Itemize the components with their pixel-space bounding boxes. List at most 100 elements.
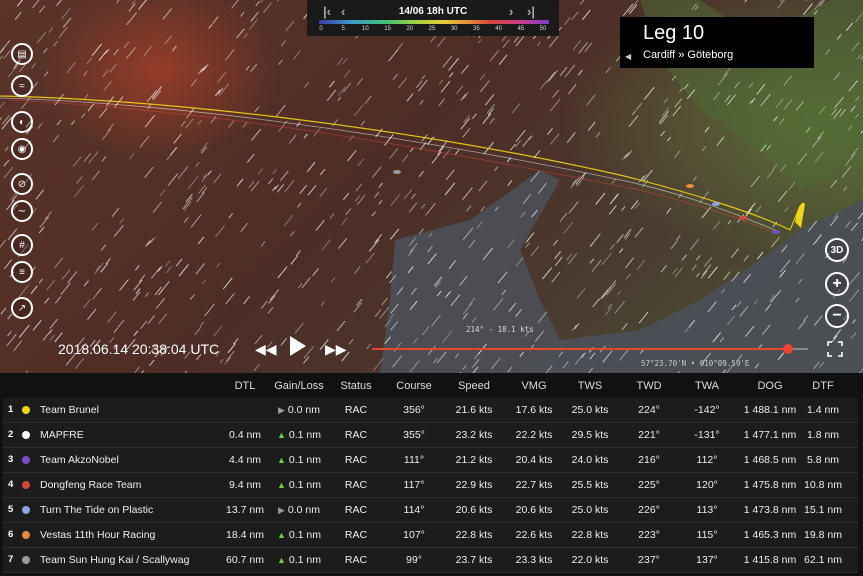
trend-up-icon: ▲ [276, 555, 286, 565]
rank: 6 [8, 529, 14, 540]
cell-tws: 29.5 kts [571, 429, 609, 441]
team-name[interactable]: MAPFRE [40, 429, 84, 441]
boat-scallywag[interactable] [393, 170, 401, 174]
cell-speed: 20.6 kts [455, 504, 493, 516]
leaderboard-table: DTL Gain/Loss Status Course Speed VMG TWS TWD TW… [0, 373, 863, 576]
scale-tick: 45 [517, 26, 525, 32]
team-name[interactable]: Team AkzoNobel [40, 454, 119, 466]
cell-speed: 21.6 kts [455, 404, 493, 416]
current-icon[interactable]: ∼ [11, 200, 33, 222]
cell-twd: 221° [638, 429, 660, 441]
leg-route: Cardiff » Göteborg [643, 49, 734, 61]
cell-dtl: 18.4 nm [226, 529, 264, 541]
rank: 2 [8, 429, 14, 440]
skip-end-icon[interactable]: ›| [527, 4, 535, 19]
column-header-vmg[interactable]: VMG [521, 380, 546, 392]
cell-gain: ▲ 0.1 nm [276, 429, 322, 441]
route-icon[interactable]: ≈ [11, 75, 33, 97]
forecast-time: 14/06 18h UTC [398, 6, 468, 17]
column-header-speed[interactable]: Speed [458, 380, 490, 392]
rank: 7 [8, 554, 14, 565]
cell-status: RAC [344, 454, 368, 466]
team-color-dot [22, 531, 30, 539]
column-header-twd[interactable]: TWD [636, 380, 661, 392]
column-header-course[interactable]: Course [396, 380, 431, 392]
table-row[interactable]: 1 Team Brunel ▶ 0.0 nm RAC 356° 21.6 kts 17.6 k… [3, 398, 858, 423]
play-icon[interactable] [290, 336, 306, 356]
cell-twd: 224° [638, 404, 660, 416]
playback-progress [372, 348, 789, 350]
cell-dtl: 13.7 nm [226, 504, 264, 516]
trend-flat-icon: ▶ [277, 405, 285, 415]
cell-twd: 237° [638, 554, 660, 566]
cell-gain: ▲ 0.1 nm [276, 479, 322, 491]
cell-dtf: 62.1 nm [804, 554, 842, 566]
column-header-twa[interactable]: TWA [695, 380, 719, 392]
cell-twa: 113° [696, 504, 718, 516]
cell-dtf: 1.8 nm [806, 429, 840, 441]
team-color-dot [22, 431, 30, 439]
team-name[interactable]: Team Brunel [40, 404, 99, 416]
layers-icon[interactable]: ≡ [11, 261, 33, 283]
scale-tick: 35 [473, 26, 480, 32]
column-header-tws[interactable]: TWS [578, 380, 602, 392]
table-row[interactable]: 6 Vestas 11th Hour Racing 18.4 nm ▲ 0.1 nm RA… [3, 523, 858, 548]
column-header-dtf[interactable]: DTF [812, 380, 833, 392]
camera-icon[interactable]: ◉ [11, 138, 33, 160]
team-color-dot [22, 456, 30, 464]
column-header-gain-loss[interactable]: Gain/Loss [274, 380, 324, 392]
grid-icon[interactable]: # [11, 234, 33, 256]
table-row[interactable]: 3 Team AkzoNobel 4.4 nm ▲ 0.1 nm RAC 111° 21.2 … [3, 448, 858, 473]
team-name[interactable]: Turn The Tide on Plastic [40, 504, 153, 516]
cell-speed: 23.7 kts [455, 554, 493, 566]
team-name[interactable]: Dongfeng Race Team [40, 479, 141, 491]
cell-vmg: 20.6 kts [515, 504, 553, 516]
no-wind-icon[interactable]: ⊘ [11, 173, 33, 195]
trend-up-icon: ▲ [276, 530, 286, 540]
table-row[interactable]: 4 Dongfeng Race Team 9.4 nm ▲ 0.1 nm RAC 117° 2… [3, 473, 858, 498]
cell-status: RAC [344, 554, 368, 566]
cell-course: 107° [403, 529, 425, 541]
collapse-arrow-icon[interactable]: ◀ [625, 52, 631, 61]
team-name[interactable]: Vestas 11th Hour Racing [40, 529, 155, 541]
cell-vmg: 22.6 kts [515, 529, 553, 541]
cell-dtl: 4.4 nm [228, 454, 262, 466]
table-row[interactable]: 7 Team Sun Hung Kai / Scallywag 60.7 nm ▲ 0.… [3, 548, 858, 573]
zoom-in-icon[interactable]: + [825, 272, 849, 296]
column-header-status[interactable]: Status [340, 380, 371, 392]
book-icon[interactable]: ▤ [11, 43, 33, 65]
cell-course: 117° [403, 479, 425, 491]
scale-tick: 20 [406, 26, 414, 32]
cell-vmg: 22.7 kts [515, 479, 553, 491]
boat-turn-the-tide[interactable] [712, 202, 720, 206]
team-name[interactable]: Team Sun Hung Kai / Scallywag [40, 554, 189, 566]
cell-twa: 112° [696, 454, 718, 466]
fullscreen-icon[interactable] [827, 341, 843, 357]
scale-tick: 40 [495, 26, 502, 32]
gauge-icon[interactable]: ◐ [11, 111, 33, 133]
zoom-out-icon[interactable]: − [825, 304, 849, 328]
view-3d-button[interactable]: 3D [825, 238, 849, 262]
cell-course: 99° [406, 554, 422, 566]
table-row[interactable]: 5 Turn The Tide on Plastic 13.7 nm ▶ 0.0 nm R… [3, 498, 858, 523]
rewind-icon[interactable]: ◀◀ [255, 341, 277, 358]
boat-akzonobel[interactable] [772, 230, 780, 234]
leg-info-panel: Leg 10 ◀ Cardiff » Göteborg [620, 17, 814, 68]
forecast-timebar: |‹ ‹ 14/06 18h UTC › ›| 0 5 10 15 20 25 30 35 40… [307, 0, 559, 36]
cell-twa: 137° [696, 554, 718, 566]
cell-course: 355° [403, 429, 425, 441]
column-header-dog[interactable]: DOG [757, 380, 782, 392]
boat-vestas[interactable] [686, 184, 694, 188]
chart-icon[interactable]: ↗ [11, 297, 33, 319]
cell-twa: -131° [694, 429, 720, 441]
fast-forward-icon[interactable]: ▶▶ [325, 341, 347, 358]
boat-dongfeng[interactable] [739, 216, 747, 220]
table-row[interactable]: 2 MAPFRE 0.4 nm ▲ 0.1 nm RAC 355° 23.2 kts 22.2 … [3, 423, 858, 448]
race-map[interactable]: |‹ ‹ 14/06 18h UTC › ›| 0 5 10 15 20 25 30 35 40… [0, 0, 863, 373]
cell-status: RAC [344, 529, 368, 541]
cell-twd: 216° [638, 454, 660, 466]
column-header-dtl[interactable]: DTL [235, 380, 256, 392]
playback-slider[interactable] [372, 344, 808, 354]
next-icon[interactable]: › [509, 4, 513, 19]
cell-dtl: 0.4 nm [228, 429, 262, 441]
